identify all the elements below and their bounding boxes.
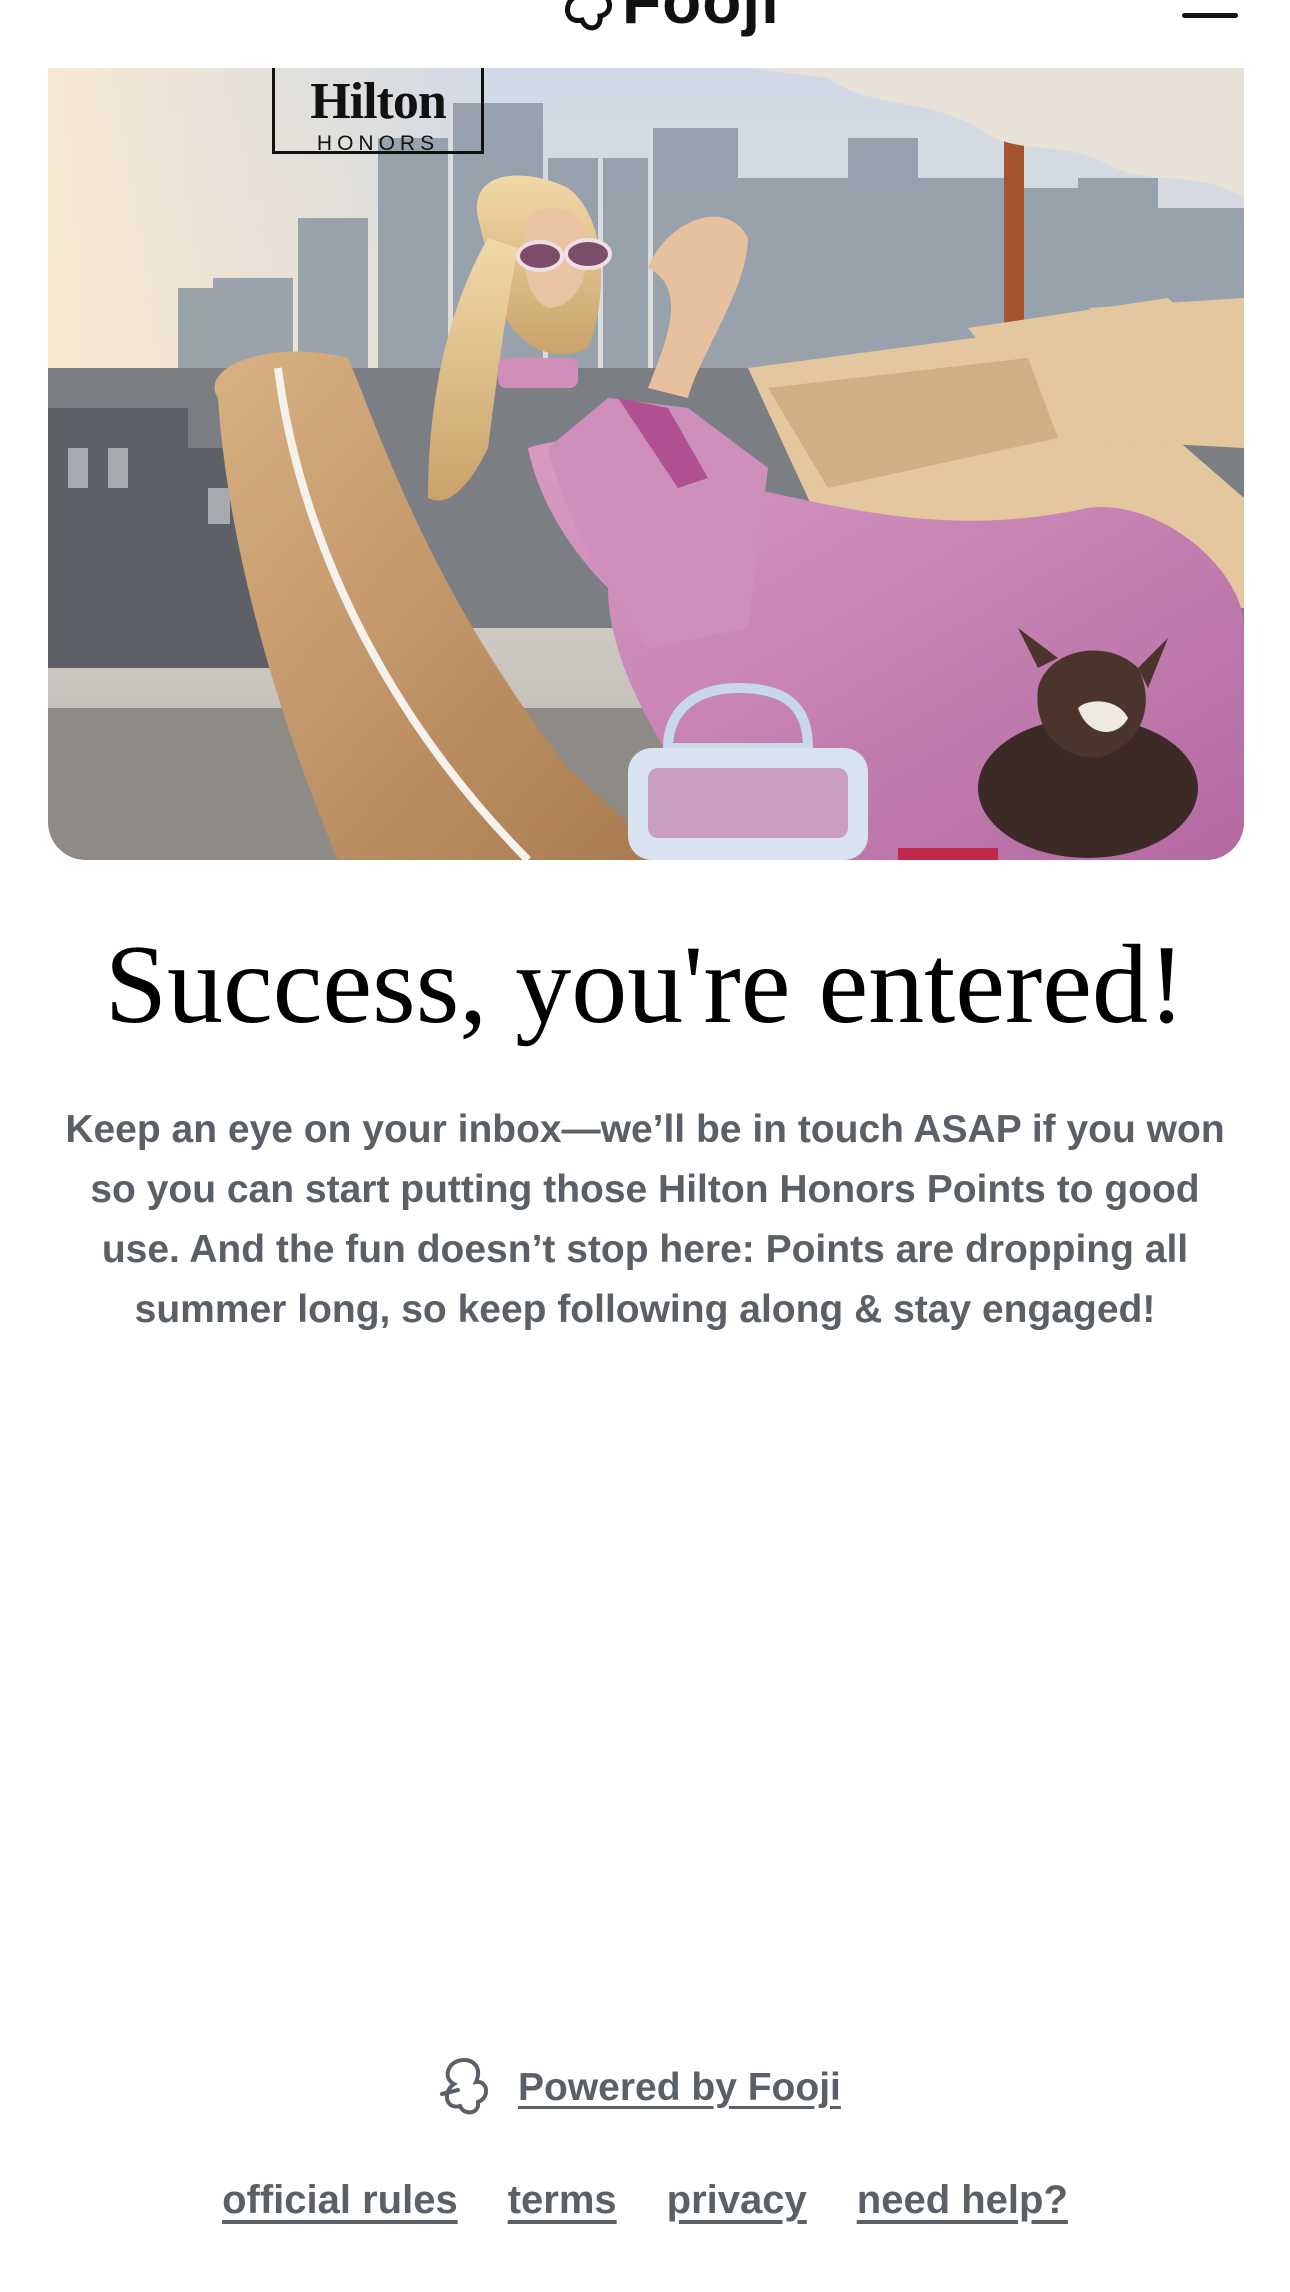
fooji-logo-icon xyxy=(556,0,614,36)
confirmation-message: Keep an eye on your inbox—we’ll be in to… xyxy=(65,1108,1225,1331)
footer-links: official rules terms privacy need help? xyxy=(0,2178,1290,2223)
official-rules-link[interactable]: official rules xyxy=(222,2178,458,2223)
hilton-honors-logo: Hilton HONORS xyxy=(272,68,484,155)
badge-name: Hilton xyxy=(310,73,447,130)
top-bar: Fooji xyxy=(0,0,1290,68)
brand-name: Fooji xyxy=(622,0,780,37)
fooji-logo-icon xyxy=(430,2054,494,2123)
brand[interactable]: Fooji xyxy=(556,0,780,36)
badge-tier: HONORS xyxy=(316,132,440,155)
hamburger-menu-icon[interactable] xyxy=(1182,0,1238,20)
powered-by-link[interactable]: Powered by Fooji xyxy=(518,2066,841,2110)
hero-photo xyxy=(48,68,1244,860)
privacy-link[interactable]: privacy xyxy=(667,2178,807,2223)
powered-by: Powered by Fooji xyxy=(430,2057,841,2118)
page-title: Success, you're entered! xyxy=(104,923,1186,1047)
terms-link[interactable]: terms xyxy=(508,2178,617,2223)
need-help-link[interactable]: need help? xyxy=(857,2178,1068,2223)
hero-image: Hilton HONORS xyxy=(48,68,1244,860)
